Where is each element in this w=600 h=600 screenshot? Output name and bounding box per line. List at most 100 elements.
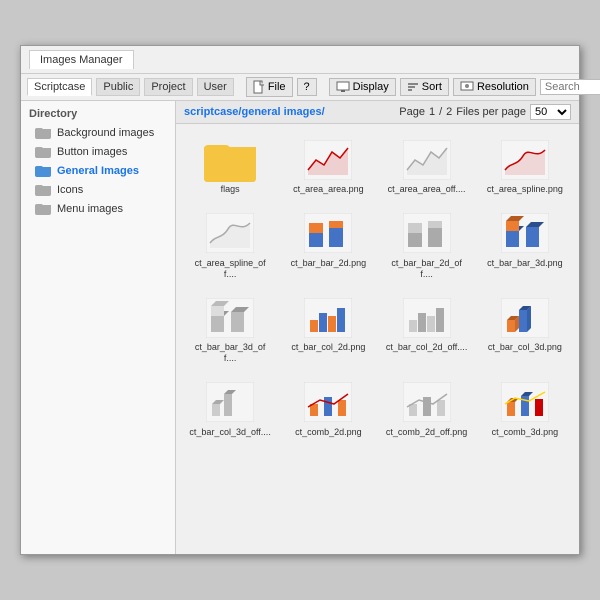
file-item[interactable]: ct_bar_col_3d_off.... [184, 375, 276, 443]
sidebar-item-button[interactable]: Button images [21, 142, 175, 161]
tab-public[interactable]: Public [96, 78, 140, 96]
file-item[interactable]: ct_bar_bar_3d_off.... [184, 290, 276, 369]
file-item[interactable]: ct_comb_2d_off.png [381, 375, 473, 443]
sidebar-item-label: Menu images [57, 203, 123, 215]
sidebar-item-general[interactable]: General Images [21, 161, 175, 180]
sidebar-item-label: Button images [57, 146, 127, 158]
file-icon-bar-col-3d-off [204, 380, 256, 425]
file-label: flags [221, 184, 240, 195]
file-icon-bar-col-2d-off [401, 295, 453, 340]
chart-icon [304, 382, 352, 422]
file-icon-bar-bar-2d-off [401, 211, 453, 256]
tab-scriptcase[interactable]: Scriptcase [27, 78, 92, 96]
file-item[interactable]: flags [184, 132, 276, 200]
tab-project[interactable]: Project [144, 78, 192, 96]
file-label: ct_comb_2d_off.png [386, 427, 467, 438]
file-icon [253, 80, 265, 94]
tab-user[interactable]: User [197, 78, 234, 96]
sidebar-item-menu[interactable]: Menu images [21, 199, 175, 218]
help-label: ? [304, 81, 310, 93]
display-icon [336, 81, 350, 93]
chart-icon [501, 382, 549, 422]
file-icon-bar-bar-3d-off [204, 295, 256, 340]
page-total: 2 [446, 106, 452, 118]
file-icon-area-area-off [401, 137, 453, 182]
sort-button[interactable]: Sort [400, 78, 449, 96]
search-box[interactable] [540, 79, 600, 95]
file-item[interactable]: ct_comb_2d.png [282, 375, 374, 443]
file-item[interactable]: ct_bar_col_2d_off.... [381, 290, 473, 369]
file-button[interactable]: File [246, 77, 293, 97]
content-area: scriptcase/general images/ Page 1 / 2 Fi… [176, 101, 579, 554]
sort-label: Sort [422, 81, 442, 93]
file-label: ct_area_spline_off.... [189, 258, 271, 280]
file-label: ct_area_spline.png [487, 184, 563, 195]
file-icon-comb-3d [499, 380, 551, 425]
chart-icon [304, 140, 352, 180]
file-item[interactable]: ct_bar_bar_2d_off.... [381, 206, 473, 285]
file-label: ct_bar_col_3d.png [488, 342, 562, 353]
file-label: ct_bar_col_2d.png [291, 342, 365, 353]
folder-icon [35, 183, 51, 196]
display-button[interactable]: Display [329, 78, 396, 96]
file-label: ct_bar_col_2d_off.... [386, 342, 467, 353]
page-separator: / [439, 106, 442, 118]
chart-icon [206, 298, 254, 338]
top-toolbar: Scriptcase Public Project User File ? Di… [21, 74, 579, 101]
main-window: Images Manager Scriptcase Public Project… [20, 45, 580, 555]
window-tab[interactable]: Images Manager [29, 50, 134, 69]
folder-icon [35, 145, 51, 158]
content-path: scriptcase/general images/ [184, 106, 325, 118]
file-icon-bar-col-2d [302, 295, 354, 340]
search-input[interactable] [545, 81, 600, 93]
files-per-page-select[interactable]: 50 100 [530, 104, 571, 120]
file-label: ct_comb_3d.png [492, 427, 559, 438]
sidebar-item-background[interactable]: Background images [21, 123, 175, 142]
page-label: Page [399, 106, 425, 118]
file-icon-flags [204, 137, 256, 182]
chart-icon [304, 298, 352, 338]
main-area: Directory Background images Button image… [21, 101, 579, 554]
file-item[interactable]: ct_area_area.png [282, 132, 374, 200]
file-label: ct_area_area.png [293, 184, 364, 195]
file-icon-area-area [302, 137, 354, 182]
file-icon-bar-bar-2d [302, 211, 354, 256]
file-item[interactable]: ct_area_spline_off.... [184, 206, 276, 285]
file-item[interactable]: ct_bar_col_2d.png [282, 290, 374, 369]
file-grid: flags ct_area_area.png [176, 124, 579, 554]
resolution-label: Resolution [477, 81, 529, 93]
file-button-label: File [268, 81, 286, 93]
file-icon-bar-col-3d [499, 295, 551, 340]
content-header: scriptcase/general images/ Page 1 / 2 Fi… [176, 101, 579, 124]
file-label: ct_bar_col_3d_off.... [189, 427, 270, 438]
file-item[interactable]: ct_bar_bar_3d.png [479, 206, 571, 285]
chart-icon [501, 140, 549, 180]
folder-icon-big [204, 137, 256, 182]
sidebar-item-label: Background images [57, 127, 154, 139]
file-item[interactable]: ct_bar_col_3d.png [479, 290, 571, 369]
file-label: ct_bar_bar_3d.png [487, 258, 563, 269]
files-per-page-label: Files per page [456, 106, 526, 118]
folder-icon [35, 126, 51, 139]
chart-icon [403, 382, 451, 422]
file-item[interactable]: ct_area_area_off.... [381, 132, 473, 200]
sidebar-item-icons[interactable]: Icons [21, 180, 175, 199]
file-item[interactable]: ct_bar_bar_2d.png [282, 206, 374, 285]
sidebar-header: Directory [21, 105, 175, 123]
folder-icon-active [35, 164, 51, 177]
file-label: ct_bar_bar_2d_off.... [386, 258, 468, 280]
resolution-button[interactable]: Resolution [453, 78, 536, 96]
file-label: ct_bar_bar_2d.png [291, 258, 367, 269]
help-button[interactable]: ? [297, 78, 317, 96]
file-item[interactable]: ct_area_spline.png [479, 132, 571, 200]
file-item[interactable]: ct_comb_3d.png [479, 375, 571, 443]
folder-icon [35, 202, 51, 215]
chart-icon [206, 213, 254, 253]
file-icon-comb-2d [302, 380, 354, 425]
chart-icon [403, 298, 451, 338]
chart-icon [501, 298, 549, 338]
sidebar-item-label: General Images [57, 165, 139, 177]
sidebar-item-label: Icons [57, 184, 83, 196]
chart-icon [403, 213, 451, 253]
sidebar: Directory Background images Button image… [21, 101, 176, 554]
